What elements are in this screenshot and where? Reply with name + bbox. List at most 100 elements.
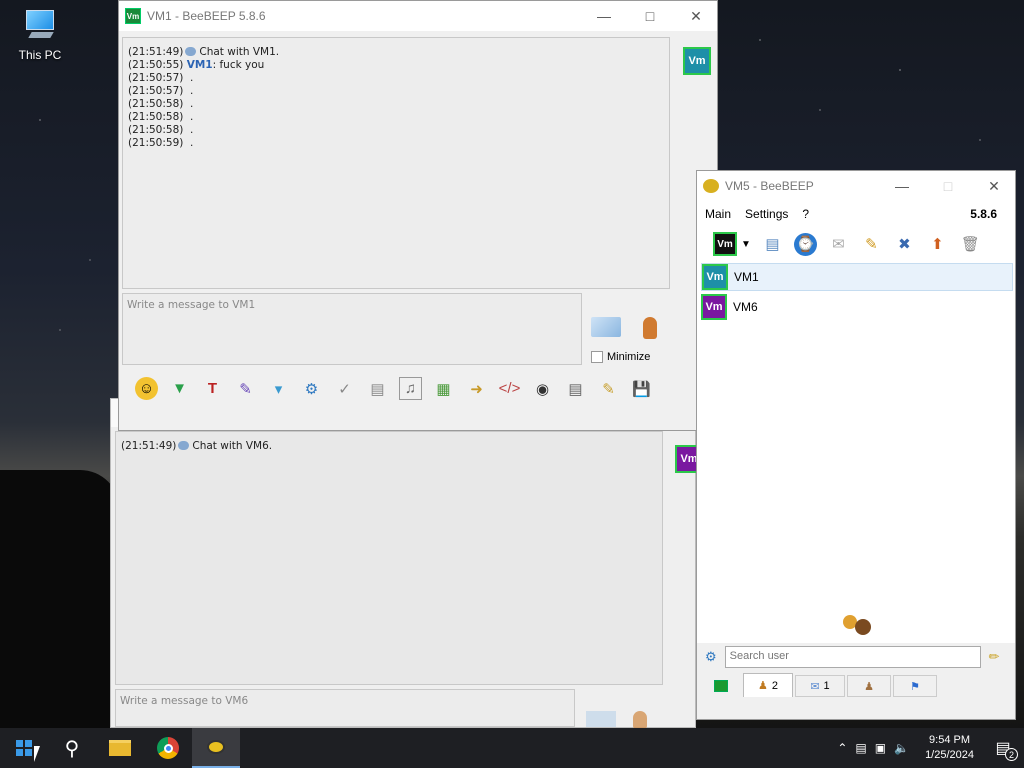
status-dropdown-icon[interactable]: ▼ xyxy=(741,239,751,250)
user-avatar: Vm xyxy=(701,294,727,320)
notification-badge: 2 xyxy=(1005,748,1018,761)
network-icon[interactable]: ▣ xyxy=(875,741,886,755)
search-options-gear-icon[interactable]: ⚙ xyxy=(705,649,717,665)
search-button[interactable]: ⚲ xyxy=(48,728,96,768)
taskbar: ⚲ ⌃ ▤ ▣ 🔈 9:54 PM 1/25/2024 ▤ 2 xyxy=(0,728,1024,768)
computer-icon xyxy=(22,10,58,40)
minimize-button[interactable]: — xyxy=(879,171,925,201)
bottom-tab-bar: ♟ 2 ✉ 1 ♟ ⚑ xyxy=(697,671,1015,697)
log-text: Chat with VM6. xyxy=(192,440,273,452)
screenshot-icon[interactable]: ◉ xyxy=(531,377,554,400)
maximize-button[interactable]: □ xyxy=(627,1,673,31)
tab-shares[interactable]: ⚑ xyxy=(893,675,937,697)
save-chat-icon[interactable]: 💾 xyxy=(630,377,653,400)
send-file-icon[interactable]: ▦ xyxy=(432,377,455,400)
this-pc-desktop-icon[interactable]: This PC xyxy=(12,10,68,62)
menu-help[interactable]: ? xyxy=(802,207,809,221)
menu-settings[interactable]: Settings xyxy=(745,207,788,221)
folder-icon xyxy=(109,740,131,756)
chat-bubble-icon xyxy=(178,441,190,450)
beebeep-main-window: VM5 - BeeBEEP — □ ✕ Main Settings ? 5.8.… xyxy=(696,170,1016,720)
security-icon[interactable]: ▤ xyxy=(855,741,866,755)
send-folder-icon[interactable]: ➜ xyxy=(465,377,488,400)
filter-icon[interactable]: ▾ xyxy=(267,377,290,400)
tab-chats[interactable]: ✉ 1 xyxy=(795,675,845,697)
sender-nick: VM1 xyxy=(186,59,213,71)
update-icon[interactable]: ⬆ xyxy=(926,233,949,256)
broadcast-icon[interactable]: ✉ xyxy=(827,233,850,256)
file-explorer-button[interactable] xyxy=(96,728,144,768)
vm1-avatar: Vm xyxy=(683,47,711,75)
main-window-title: VM5 - BeeBEEP xyxy=(725,179,814,193)
dictionary-icon[interactable]: ▤ xyxy=(366,377,389,400)
vm1-chat-window: Vm VM1 - BeeBEEP 5.8.6 — □ ✕ (21:51:49) C… xyxy=(118,0,718,431)
windows-logo-icon xyxy=(16,740,32,756)
chrome-icon xyxy=(157,737,179,759)
font-size-icon[interactable]: ♫ xyxy=(399,377,422,400)
format-text-icon[interactable]: ▼ xyxy=(168,377,191,400)
emoticon-icon[interactable]: ☺ xyxy=(135,377,158,400)
tab-groups[interactable]: ♟ xyxy=(847,675,891,697)
users-group-icon xyxy=(843,613,871,635)
microphone-icon[interactable] xyxy=(633,711,647,729)
chrome-button[interactable] xyxy=(144,728,192,768)
shares-icon: ⚑ xyxy=(910,680,920,693)
vm1-chat-log: (21:51:49) Chat with VM1. (21:50:55) VM1:… xyxy=(122,37,670,289)
history-icon[interactable]: ▤ xyxy=(564,377,587,400)
tools-icon[interactable]: ✖ xyxy=(893,233,916,256)
search-bar: ⚙ Search user ✏ xyxy=(697,643,1015,671)
send-icon[interactable] xyxy=(591,317,621,337)
status-avatar[interactable]: Vm xyxy=(713,232,737,256)
beebeep-taskbar-button[interactable] xyxy=(192,728,240,768)
vm6-chat-log: (21:51:49) Chat with VM6. xyxy=(115,431,663,685)
tab-home[interactable] xyxy=(701,675,741,697)
clear-search-broom-icon[interactable]: ✏ xyxy=(989,649,1000,665)
minimize-checkbox[interactable] xyxy=(591,351,603,363)
main-menubar: Main Settings ? 5.8.6 xyxy=(697,201,1015,227)
chevron-up-icon[interactable]: ⌃ xyxy=(837,741,847,755)
search-icon: ⚲ xyxy=(64,737,80,760)
window-title: VM1 - BeeBEEP 5.8.6 xyxy=(147,9,266,23)
bee-app-icon xyxy=(703,179,719,193)
notifications-button[interactable]: ▤ 2 xyxy=(990,735,1018,761)
desktop-icon-label: This PC xyxy=(18,48,62,62)
close-button[interactable]: ✕ xyxy=(673,1,719,31)
user-name: VM1 xyxy=(734,270,759,284)
volume-muted-icon[interactable]: 🔈 xyxy=(894,741,909,755)
settings-gear-icon[interactable]: ⚙ xyxy=(300,377,323,400)
groups-icon: ♟ xyxy=(864,680,874,693)
home-icon xyxy=(714,680,728,692)
clock[interactable]: 9:54 PM 1/25/2024 xyxy=(925,733,974,763)
edit-note-icon[interactable]: ✎ xyxy=(597,377,620,400)
vm6-chat-window: (21:51:49) Chat with VM6. Write a message… xyxy=(110,398,703,729)
user-list-item[interactable]: Vm VM1 xyxy=(701,263,1013,291)
main-titlebar[interactable]: VM5 - BeeBEEP — □ ✕ xyxy=(697,171,1015,201)
user-list-item[interactable]: Vm VM6 xyxy=(701,293,1013,321)
send-icon[interactable] xyxy=(586,711,616,727)
minimize-checkbox-label: Minimize xyxy=(607,351,651,363)
clock-date: 1/25/2024 xyxy=(925,749,974,761)
edit-icon[interactable]: ✎ xyxy=(860,233,883,256)
maximize-button[interactable]: □ xyxy=(925,171,971,201)
trash-icon[interactable]: 🗑 xyxy=(959,233,982,256)
vm1-chat-toolbar: ☺ ▼ T ✎ ▾ ⚙ ✓ ▤ ♫ ▦ ➜ </> ◉ ▤ ✎ 💾 xyxy=(135,377,653,400)
font-icon[interactable]: T xyxy=(201,377,224,400)
profile-edit-icon[interactable]: ▤ xyxy=(761,233,784,256)
network-icon[interactable]: ⌚ xyxy=(793,232,817,256)
spellcheck-icon[interactable]: ✓ xyxy=(333,377,356,400)
vm1-titlebar[interactable]: Vm VM1 - BeeBEEP 5.8.6 — □ ✕ xyxy=(119,1,717,31)
tab-users[interactable]: ♟ 2 xyxy=(743,673,793,697)
color-palette-icon[interactable]: ✎ xyxy=(234,377,257,400)
vm1-message-input[interactable]: Write a message to VM1 xyxy=(122,293,582,365)
user-avatar: Vm xyxy=(702,264,728,290)
close-button[interactable]: ✕ xyxy=(971,171,1017,201)
main-toolbar: Vm ▼ ▤ ⌚ ✉ ✎ ✖ ⬆ 🗑 xyxy=(697,227,1015,261)
system-tray: ⌃ ▤ ▣ 🔈 9:54 PM 1/25/2024 ▤ 2 xyxy=(837,728,1024,768)
vm6-message-input[interactable]: Write a message to VM6 xyxy=(115,689,575,727)
search-user-input[interactable]: Search user xyxy=(724,646,981,668)
desktop-wallpaper-ground xyxy=(0,470,120,730)
code-icon[interactable]: </> xyxy=(498,377,521,400)
microphone-icon[interactable] xyxy=(643,317,657,339)
minimize-button[interactable]: — xyxy=(581,1,627,31)
menu-main[interactable]: Main xyxy=(705,207,731,221)
